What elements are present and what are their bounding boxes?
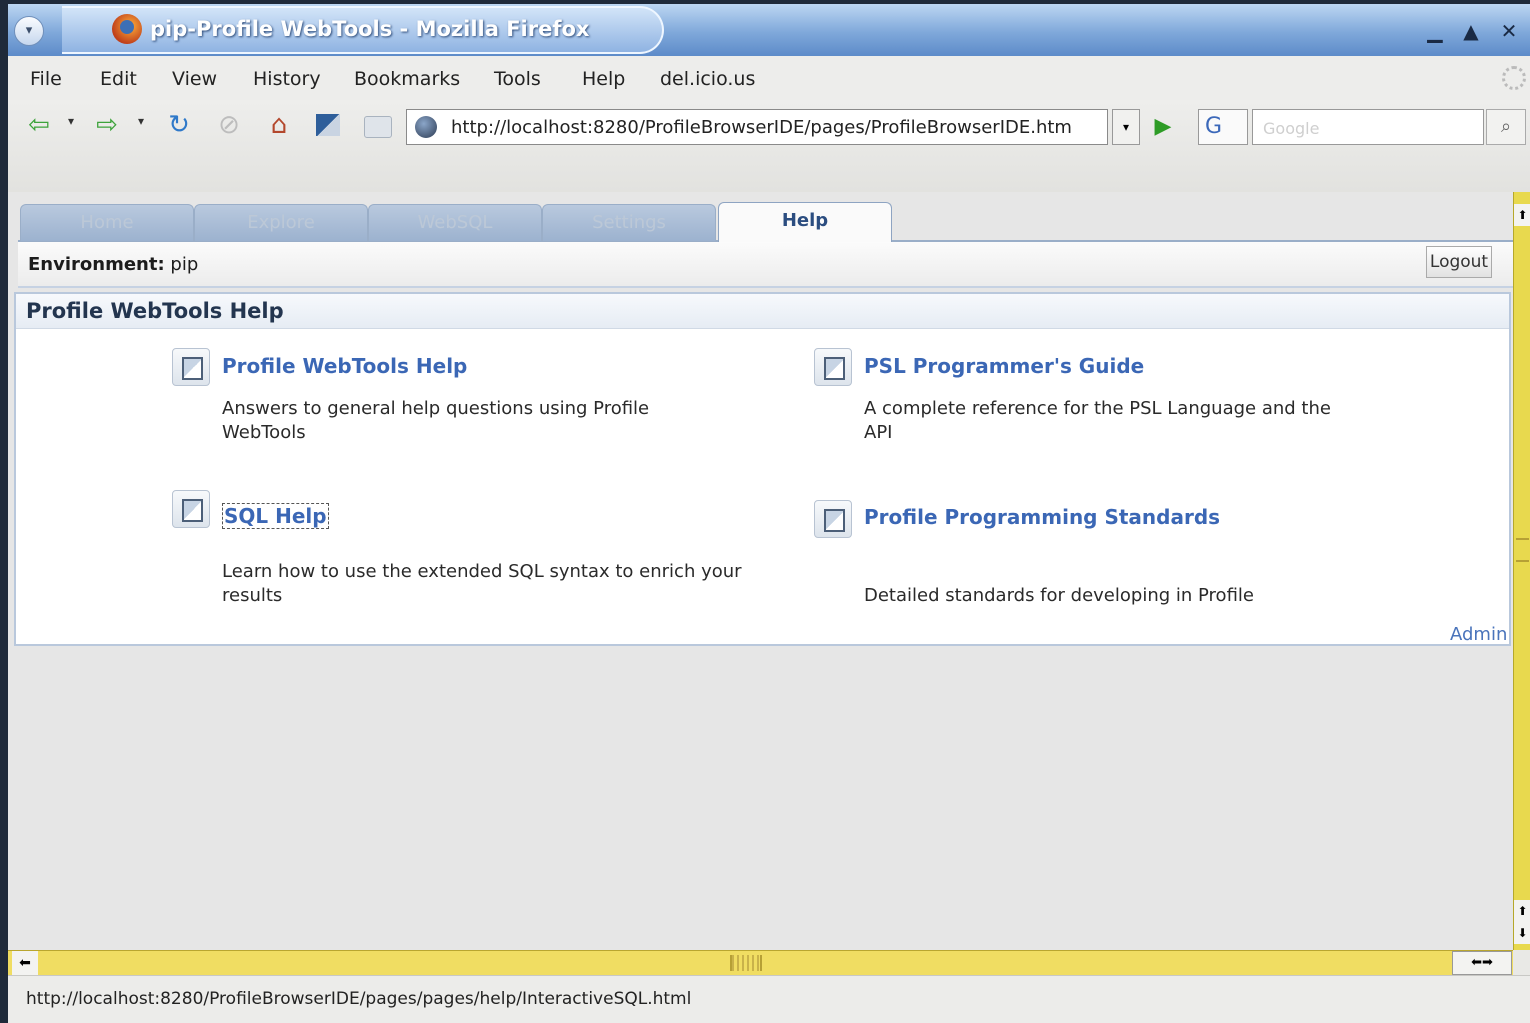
page-title: Profile WebTools Help — [26, 299, 284, 323]
menu-view[interactable]: View — [172, 68, 217, 90]
tab-explore[interactable]: Explore — [194, 204, 368, 241]
tab-home[interactable]: Home — [20, 204, 194, 241]
minimize-button[interactable]: ▁ — [1422, 18, 1448, 44]
window-menu-button[interactable]: ▾ — [14, 16, 44, 46]
search-engine-selector[interactable]: G — [1198, 109, 1248, 145]
forward-history-dropdown-icon[interactable]: ▾ — [138, 114, 144, 128]
environment-value: pip — [170, 254, 199, 275]
scroll-up-small-icon[interactable]: ⬆ — [1514, 900, 1530, 922]
document-icon[interactable] — [814, 348, 852, 386]
tab-help[interactable]: Help — [718, 202, 892, 243]
menu-tools[interactable]: Tools — [494, 68, 541, 90]
throbber-icon — [1502, 66, 1526, 90]
close-button[interactable]: ✕ — [1496, 18, 1522, 44]
environment-info: Environment: pip — [28, 254, 198, 275]
help-panel-header: Profile WebTools Help — [16, 294, 1509, 329]
document-icon[interactable] — [172, 348, 210, 386]
scroll-up-icon[interactable]: ⬆ — [1514, 204, 1530, 226]
profile-webtools-help-link[interactable]: Profile WebTools Help — [222, 354, 467, 378]
vertical-scroll-grip[interactable] — [1516, 538, 1529, 562]
admin-link[interactable]: Admin — [1450, 624, 1507, 645]
url-bar[interactable]: http://localhost:8280/ProfileBrowserIDE/… — [406, 109, 1108, 145]
search-icon[interactable]: ⌕ — [1486, 109, 1526, 145]
tab-settings[interactable]: Settings — [542, 204, 716, 241]
search-input[interactable]: Google — [1252, 109, 1484, 145]
page-content: Home Explore WebSQL Settings Help Enviro… — [8, 192, 1513, 950]
forward-icon[interactable]: ⇨ — [92, 110, 122, 140]
status-bar: http://localhost:8280/ProfileBrowserIDE/… — [8, 975, 1530, 1023]
vertical-scrollbar[interactable]: ⬆ ⬆ ⬇ — [1513, 192, 1530, 950]
profile-programming-standards-description: Detailed standards for developing in Pro… — [864, 585, 1254, 606]
psl-programmers-guide-description: A complete reference for the PSL Languag… — [864, 398, 1331, 443]
status-text: http://localhost:8280/ProfileBrowserIDE/… — [26, 989, 692, 1009]
profile-programming-standards-link[interactable]: Profile Programming Standards — [864, 505, 1220, 529]
menu-bookmarks[interactable]: Bookmarks — [354, 68, 460, 90]
profile-webtools-help-description: Answers to general help questions using … — [222, 398, 650, 443]
scroll-left-right-icon[interactable]: ⬅➡ — [1452, 951, 1512, 975]
sql-help-description: Learn how to use the extended SQL syntax… — [222, 561, 742, 606]
scroll-left-icon[interactable]: ⬅ — [12, 951, 38, 975]
maximize-button[interactable]: ▲ — [1458, 18, 1484, 44]
help-panel: Profile WebTools Help Profile WebTools H… — [14, 292, 1511, 646]
document-icon[interactable] — [172, 490, 210, 528]
environment-bar: Environment: pip Logout — [18, 242, 1513, 288]
delicious-icon[interactable] — [316, 114, 340, 136]
url-history-dropdown-icon[interactable]: ▾ — [1112, 109, 1140, 145]
navigation-toolbar: ⇦ ▾ ⇨ ▾ ↻ ⊘ ⌂ http://localhost:8280/Prof… — [8, 100, 1530, 192]
app-tab-bar: Home Explore WebSQL Settings Help — [18, 198, 1513, 243]
psl-programmers-guide-link[interactable]: PSL Programmer's Guide — [864, 354, 1144, 378]
document-icon[interactable] — [814, 500, 852, 538]
menu-bar: File Edit View History Bookmarks Tools H… — [8, 56, 1530, 100]
tab-websql[interactable]: WebSQL — [368, 204, 542, 241]
menu-delicious[interactable]: del.icio.us — [660, 68, 755, 90]
back-history-dropdown-icon[interactable]: ▾ — [68, 114, 74, 128]
sql-help-link[interactable]: SQL Help — [222, 503, 329, 529]
horizontal-scrollbar[interactable]: ⬅ ⬅➡ — [8, 950, 1513, 975]
go-icon[interactable]: ▶ — [1146, 109, 1180, 145]
browser-window: ▾ pip-Profile WebTools - Mozilla Firefox… — [8, 4, 1530, 1023]
search-placeholder: Google — [1263, 119, 1320, 138]
stop-icon[interactable]: ⊘ — [214, 110, 244, 140]
menu-history[interactable]: History — [253, 68, 321, 90]
title-bar: ▾ pip-Profile WebTools - Mozilla Firefox… — [8, 4, 1530, 56]
window-title: pip-Profile WebTools - Mozilla Firefox — [150, 17, 590, 41]
horizontal-scroll-grip[interactable] — [730, 955, 762, 971]
menu-help[interactable]: Help — [582, 68, 625, 90]
reload-icon[interactable]: ↻ — [164, 110, 194, 140]
tag-icon[interactable] — [364, 116, 392, 138]
site-globe-icon — [415, 116, 437, 138]
menu-file[interactable]: File — [30, 68, 62, 90]
menu-edit[interactable]: Edit — [100, 68, 137, 90]
environment-label: Environment: — [28, 254, 165, 275]
url-text[interactable]: http://localhost:8280/ProfileBrowserIDE/… — [451, 117, 1101, 138]
scroll-down-icon[interactable]: ⬇ — [1514, 922, 1530, 944]
home-icon[interactable]: ⌂ — [264, 110, 294, 140]
firefox-logo-icon — [112, 14, 142, 44]
back-icon[interactable]: ⇦ — [24, 110, 54, 140]
logout-button[interactable]: Logout — [1426, 246, 1492, 278]
